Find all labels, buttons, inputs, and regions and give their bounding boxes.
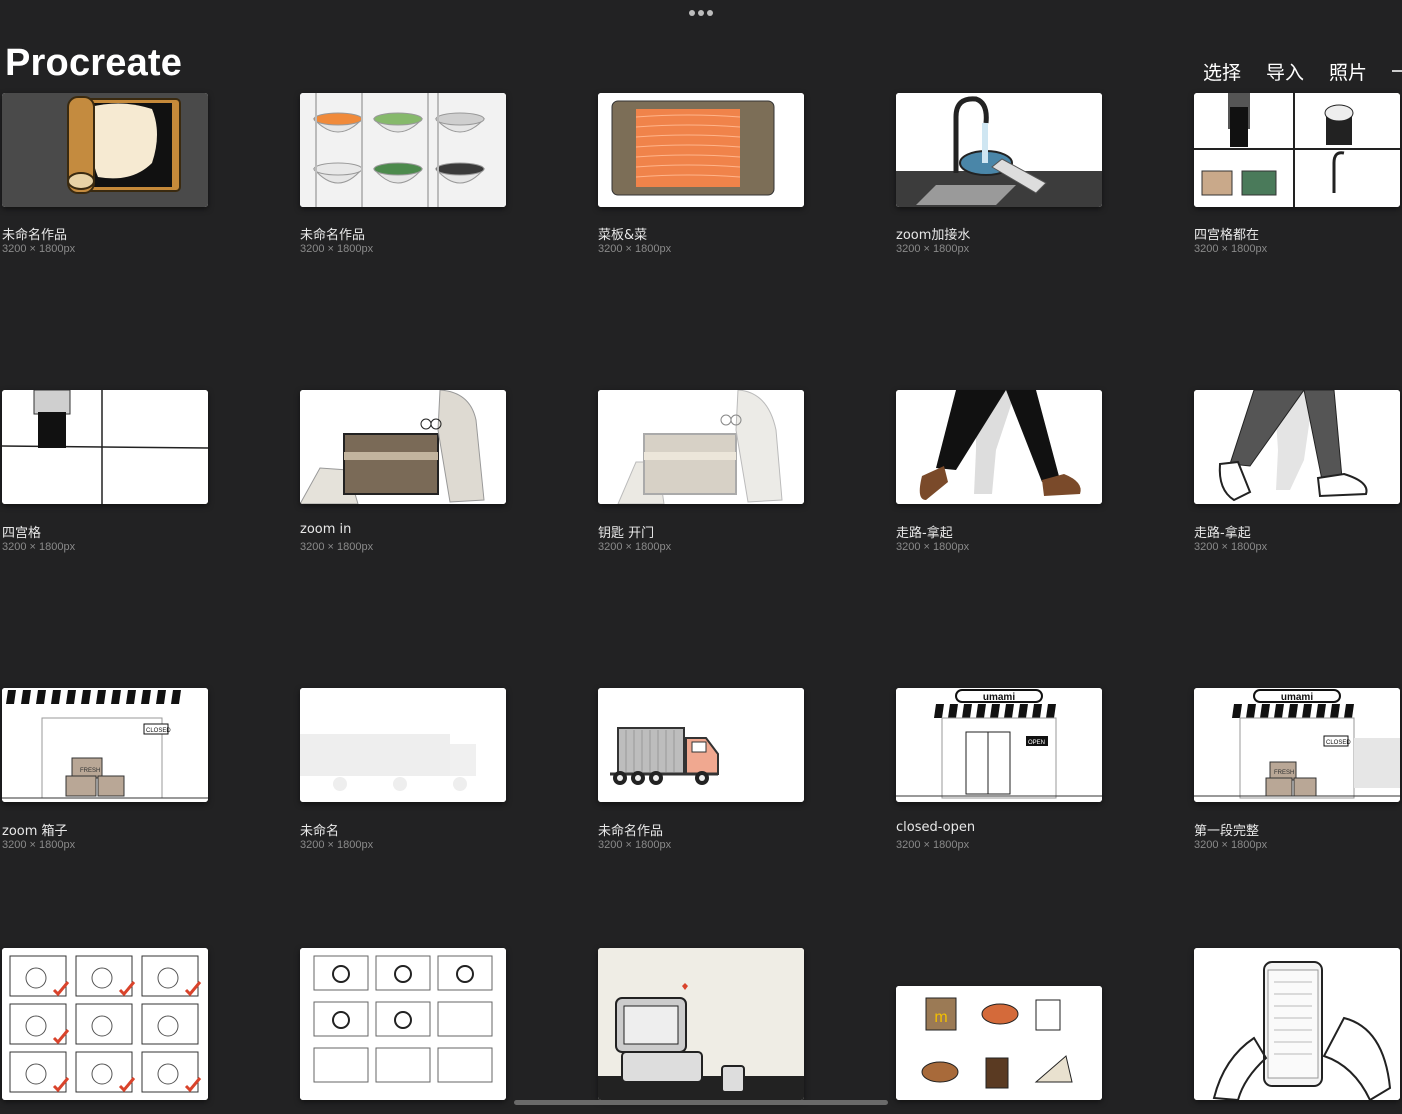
- artwork-thumbnail[interactable]: [598, 390, 804, 504]
- artwork-thumbnail[interactable]: [300, 948, 506, 1100]
- rolling-pin-illustration: [2, 93, 208, 207]
- phone-hands-illustration: [1194, 948, 1400, 1100]
- storyboard-sketch-illustration: [300, 948, 506, 1100]
- artwork-thumbnail[interactable]: FRESH CLOSED: [2, 688, 208, 802]
- svg-text:m: m: [934, 1009, 947, 1026]
- artwork-dimensions: 3200 × 1800px: [896, 243, 970, 255]
- artwork-title[interactable]: 未命名: [300, 820, 339, 839]
- walking-legs-gray-illustration: [1194, 390, 1400, 504]
- artwork-title[interactable]: 第一段完整: [1194, 820, 1259, 839]
- artwork-title[interactable]: 未命名作品: [598, 820, 663, 839]
- artwork-title[interactable]: zoom加接水: [896, 224, 970, 243]
- artwork-dimensions: 3200 × 1800px: [896, 839, 970, 851]
- key-box-illustration: [300, 390, 506, 504]
- artwork-dimensions: 3200 × 1800px: [598, 839, 672, 851]
- artwork-dimensions: 3200 × 1800px: [300, 541, 374, 553]
- artwork-title[interactable]: 钥匙 开门: [598, 522, 654, 541]
- artwork-title[interactable]: closed-open: [896, 820, 975, 835]
- artwork-thumbnail[interactable]: [896, 390, 1102, 504]
- register-illustration: [598, 948, 804, 1100]
- artwork-thumbnail[interactable]: [2, 93, 208, 207]
- four-grid-full-illustration: [1194, 93, 1400, 207]
- svg-text:CLOSED: CLOSED: [146, 728, 171, 734]
- artwork-thumbnail[interactable]: [1194, 390, 1400, 504]
- svg-text:umami: umami: [1281, 692, 1313, 703]
- artwork-thumbnail[interactable]: [2, 390, 208, 504]
- artwork-dimensions: 3200 × 1800px: [2, 839, 76, 851]
- artwork-thumbnail[interactable]: [300, 93, 506, 207]
- artwork-dimensions: 3200 × 1800px: [598, 243, 672, 255]
- svg-text:umami: umami: [983, 692, 1015, 703]
- four-grid-illustration: [2, 390, 208, 504]
- umami-shop-illustration: umami OPEN: [896, 688, 1102, 802]
- svg-text:OPEN: OPEN: [1028, 740, 1045, 746]
- walking-legs-illustration: [896, 390, 1102, 504]
- artwork-thumbnail[interactable]: umami OPEN: [896, 688, 1102, 802]
- artwork-title[interactable]: 走路-拿起: [896, 522, 953, 541]
- faucet-bowl-illustration: [896, 93, 1102, 207]
- artwork-title[interactable]: zoom 箱子: [2, 820, 68, 839]
- salmon-board-illustration: [598, 93, 804, 207]
- artwork-title[interactable]: 四宫格都在: [1194, 224, 1259, 243]
- faded-truck-illustration: [300, 688, 506, 802]
- artwork-dimensions: 3200 × 1800px: [1194, 243, 1268, 255]
- artwork-thumbnail[interactable]: [896, 93, 1102, 207]
- artwork-dimensions: 3200 × 1800px: [896, 541, 970, 553]
- artwork-thumbnail[interactable]: [300, 688, 506, 802]
- artwork-thumbnail[interactable]: [1194, 948, 1400, 1100]
- umami-shop-boxes-illustration: umami FRESH CLOSED: [1194, 688, 1400, 802]
- artwork-thumbnail[interactable]: m: [896, 986, 1102, 1100]
- artwork-title[interactable]: zoom in: [300, 522, 351, 537]
- artwork-dimensions: 3200 × 1800px: [598, 541, 672, 553]
- bowls-illustration: [300, 93, 506, 207]
- artwork-dimensions: 3200 × 1800px: [2, 541, 76, 553]
- artwork-gallery: 未命名作品 3200 × 1800px 未命名作品 3200 × 1800px 菜板&…: [0, 0, 1402, 1114]
- artwork-title[interactable]: 走路-拿起: [1194, 522, 1251, 541]
- storyboard-checks-illustration: [2, 948, 208, 1100]
- artwork-thumbnail[interactable]: [1194, 93, 1400, 207]
- food-icons-illustration: m: [896, 986, 1102, 1100]
- horizontal-scrollbar[interactable]: [514, 1100, 888, 1105]
- artwork-thumbnail[interactable]: [598, 948, 804, 1100]
- artwork-title[interactable]: 菜板&菜: [598, 224, 647, 243]
- artwork-title[interactable]: 未命名作品: [2, 224, 67, 243]
- svg-text:FRESH: FRESH: [80, 768, 100, 774]
- truck-illustration: [598, 688, 804, 802]
- artwork-dimensions: 3200 × 1800px: [1194, 541, 1268, 553]
- artwork-thumbnail[interactable]: [598, 688, 804, 802]
- artwork-thumbnail[interactable]: [300, 390, 506, 504]
- artwork-thumbnail[interactable]: [2, 948, 208, 1100]
- artwork-title[interactable]: 四宫格: [2, 522, 41, 541]
- artwork-dimensions: 3200 × 1800px: [2, 243, 76, 255]
- artwork-dimensions: 3200 × 1800px: [300, 243, 374, 255]
- svg-text:CLOSED: CLOSED: [1326, 740, 1351, 746]
- artwork-thumbnail[interactable]: umami FRESH CLOSED: [1194, 688, 1400, 802]
- key-box-light-illustration: [598, 390, 804, 504]
- shop-boxes-illustration: FRESH CLOSED: [2, 688, 208, 802]
- artwork-title[interactable]: 未命名作品: [300, 224, 365, 243]
- artwork-thumbnail[interactable]: [598, 93, 804, 207]
- artwork-dimensions: 3200 × 1800px: [300, 839, 374, 851]
- svg-text:FRESH: FRESH: [1274, 770, 1294, 776]
- artwork-dimensions: 3200 × 1800px: [1194, 839, 1268, 851]
